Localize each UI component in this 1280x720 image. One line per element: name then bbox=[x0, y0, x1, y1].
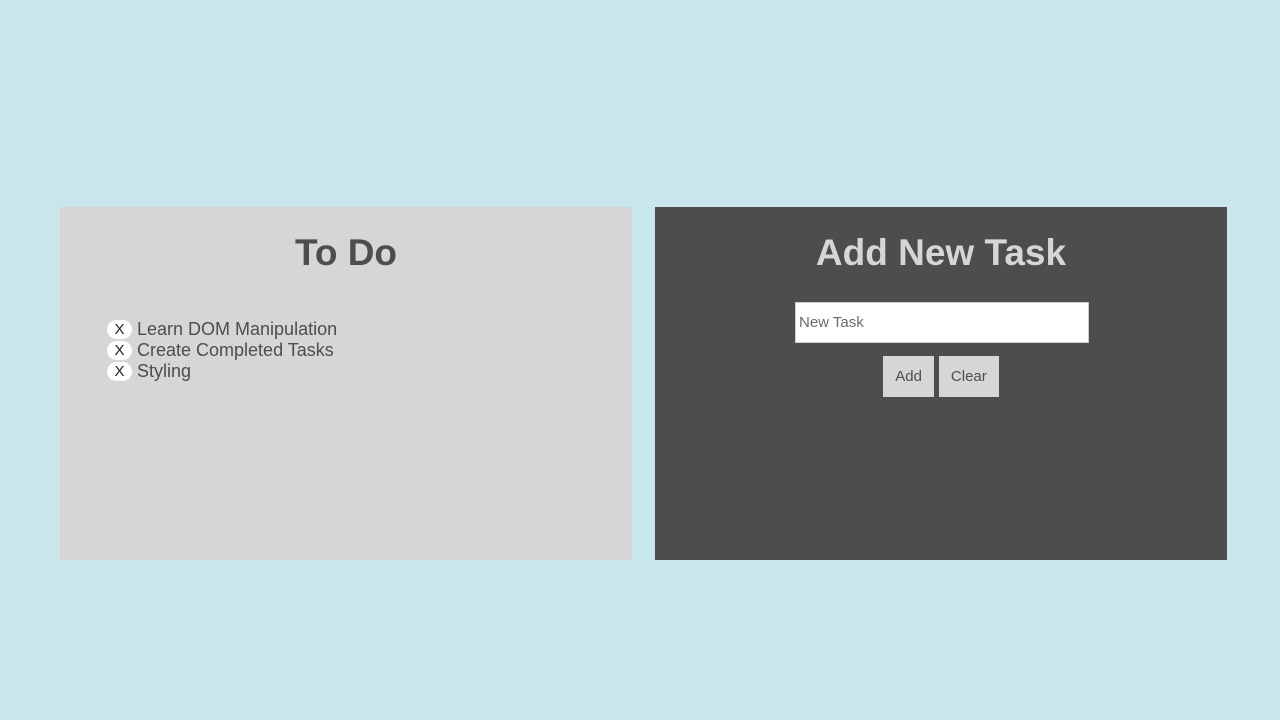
list-item: X Styling bbox=[107, 361, 337, 382]
clear-button[interactable]: Clear bbox=[938, 356, 999, 397]
new-task-input[interactable] bbox=[795, 302, 1089, 343]
remove-task-button[interactable]: X bbox=[107, 341, 132, 360]
add-task-title: Add New Task bbox=[815, 232, 1067, 273]
task-label: Styling bbox=[137, 361, 192, 381]
task-list: X Learn DOM Manipulation X Create Comple… bbox=[107, 319, 337, 382]
add-button[interactable]: Add bbox=[883, 356, 934, 397]
todo-panel: To Do X Learn DOM Manipulation X Create … bbox=[60, 207, 632, 560]
button-row: Add Clear bbox=[655, 356, 1227, 397]
task-label: Create Completed Tasks bbox=[137, 340, 334, 360]
remove-task-button[interactable]: X bbox=[107, 362, 132, 381]
todo-title: To Do bbox=[294, 232, 398, 273]
add-task-panel: Add New Task Add Clear bbox=[655, 207, 1227, 560]
list-item: X Learn DOM Manipulation bbox=[107, 319, 337, 340]
task-label: Learn DOM Manipulation bbox=[137, 319, 338, 339]
list-item: X Create Completed Tasks bbox=[107, 340, 337, 361]
remove-task-button[interactable]: X bbox=[107, 320, 132, 339]
